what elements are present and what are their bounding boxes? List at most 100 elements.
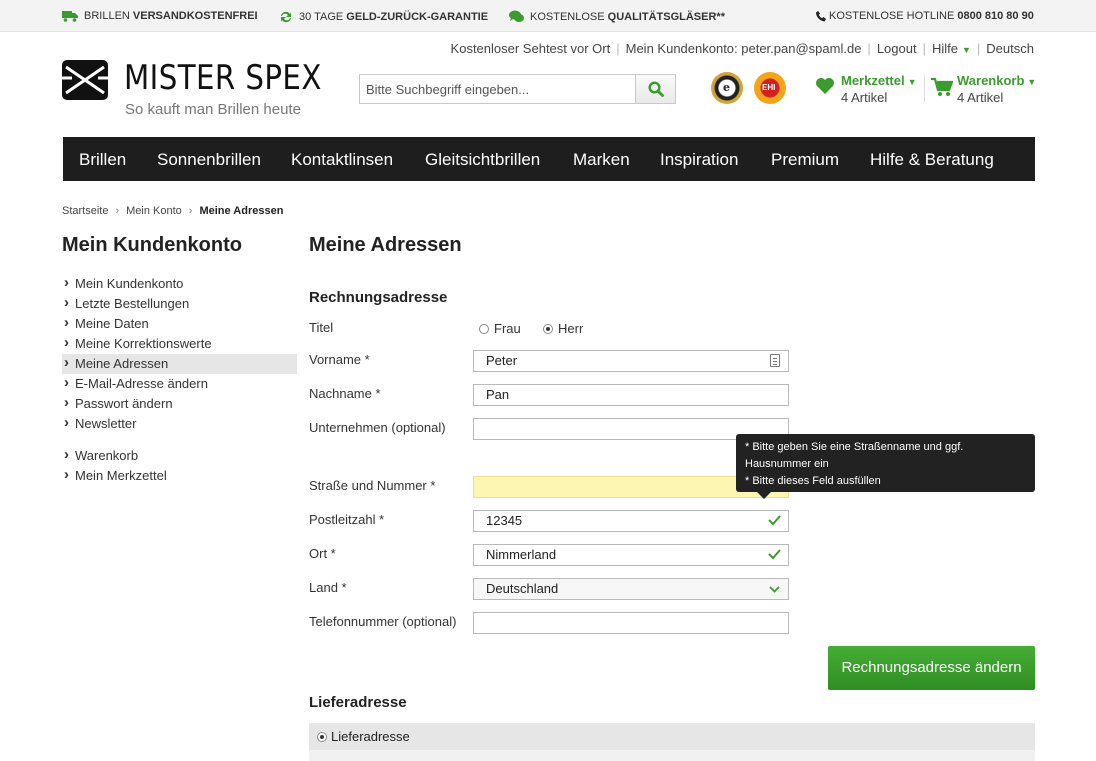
sidebar-item-adressen[interactable]: Meine Adressen <box>62 353 297 374</box>
cart-link[interactable]: Warenkorb ▼ 4 Artikel <box>931 73 1037 105</box>
search-icon <box>647 81 664 97</box>
firstname-field[interactable]: Peter <box>473 350 789 372</box>
city-value: Nimmerland <box>486 547 557 562</box>
heart-icon <box>816 78 834 94</box>
sidebar-item-kundenkonto[interactable]: Mein Kundenkonto <box>62 273 297 294</box>
street-label: Straße und Nummer * <box>309 478 436 493</box>
logo-tagline: So kauft man Brillen heute <box>125 101 301 118</box>
nav-item-inspiration[interactable]: Inspiration <box>660 150 738 170</box>
nav-item-kontaktlinsen[interactable]: Kontaktlinsen <box>291 150 393 170</box>
shipping-panel <box>309 750 1035 761</box>
country-value: Deutschland <box>486 581 559 596</box>
nav-item-gleitsichtbrillen[interactable]: Gleitsichtbrillen <box>425 150 540 170</box>
tooltip-line: * Bitte dieses Feld ausfüllen <box>745 475 881 487</box>
nav-item-brillen[interactable]: Brillen <box>79 150 126 170</box>
sehtest-link[interactable]: Kostenloser Sehtest vor Ort <box>451 41 611 56</box>
divider: | <box>867 41 871 56</box>
logo-wordmark[interactable]: MISTER SPEX <box>124 58 322 98</box>
sidebar-item-bestellungen[interactable]: Letzte Bestellungen <box>62 293 297 314</box>
promo-text: 30 TAGE <box>299 11 344 23</box>
promo-bar: BRILLEN VERSANDKOSTENFREI 30 TAGE GELD-Z… <box>0 0 1096 32</box>
radio-circle-checked <box>543 323 553 334</box>
promo-lenses: KOSTENLOSE QUALITÄTSGLÄSER** <box>509 10 725 23</box>
logout-link[interactable]: Logout <box>877 41 917 56</box>
country-label: Land * <box>309 580 347 595</box>
radio-herr[interactable]: Herr <box>543 321 583 336</box>
nav-item-marken[interactable]: Marken <box>573 150 630 170</box>
trusted-shops-seal[interactable]: e <box>711 72 743 104</box>
zip-value: 12345 <box>486 513 523 528</box>
checkmark-icon <box>768 515 781 526</box>
city-field[interactable]: Nimmerland <box>473 544 789 566</box>
seal-label: EHI <box>762 83 776 92</box>
zip-label: Postleitzahl * <box>309 512 385 527</box>
company-label: Unternehmen (optional) <box>309 420 446 435</box>
sidebar-item-warenkorb[interactable]: Warenkorb <box>62 445 297 466</box>
nav-item-sonnenbrillen[interactable]: Sonnenbrillen <box>157 150 261 170</box>
help-link[interactable]: Hilfe ▼ <box>932 41 971 56</box>
lastname-value: Pan <box>486 387 510 402</box>
phone-field[interactable] <box>473 612 789 634</box>
shipping-title: Lieferadresse <box>309 694 407 711</box>
promo-guarantee: 30 TAGE GELD-ZURÜCK-GARANTIE <box>279 10 488 24</box>
truck-icon <box>62 11 78 22</box>
lastname-field[interactable]: Pan <box>473 384 789 406</box>
sidebar-item-merkzettel[interactable]: Mein Merkzettel <box>62 465 297 486</box>
sidebar-item-korrektionswerte[interactable]: Meine Korrektionswerte <box>62 333 297 354</box>
cart-count: 4 Artikel <box>957 90 1004 105</box>
title-label: Titel <box>309 320 334 335</box>
radio-frau[interactable]: Frau <box>479 321 521 336</box>
sidebar-title: Mein Kundenkonto <box>62 234 242 256</box>
radio-circle-checked <box>317 732 327 742</box>
promo-bold: VERSANDKOSTENFREI <box>132 10 258 22</box>
contact-card-icon[interactable] <box>770 354 780 367</box>
sidebar-item-newsletter[interactable]: Newsletter <box>62 413 297 434</box>
seal-letter: e <box>723 81 730 94</box>
validation-tooltip: * Bitte geben Sie eine Straßenname und g… <box>736 434 1035 499</box>
nav-item-hilfe-beratung[interactable]: Hilfe & Beratung <box>870 150 994 170</box>
sidebar-item-passwort[interactable]: Passwort ändern <box>62 393 297 414</box>
promo-shipping: BRILLEN VERSANDKOSTENFREI <box>62 10 258 22</box>
checkmark-icon <box>768 549 781 560</box>
ehi-seal[interactable]: EHI <box>754 72 786 104</box>
logo-icon[interactable] <box>62 57 108 103</box>
promo-hotline[interactable]: KOSTENLOSE HOTLINE 0800 810 80 90 <box>816 10 1034 22</box>
chevron-down-icon <box>769 586 780 593</box>
refresh-icon <box>281 11 291 23</box>
radio-circle <box>479 323 489 334</box>
radio-label: Frau <box>494 321 521 336</box>
chevron-down-icon: ▼ <box>961 45 971 55</box>
radio-label: Herr <box>558 321 584 336</box>
divider: | <box>976 41 981 56</box>
breadcrumb-item[interactable]: Mein Konto <box>126 205 182 217</box>
zip-field[interactable]: 12345 <box>473 510 789 532</box>
firstname-label: Vorname * <box>309 352 370 367</box>
chevron-right-icon: › <box>115 205 120 217</box>
sidebar-item-email[interactable]: E-Mail-Adresse ändern <box>62 373 297 394</box>
shipping-option-label: Lieferadresse <box>331 729 410 744</box>
help-label: Hilfe <box>931 41 958 56</box>
utility-links: Kostenloser Sehtest vor Ort | Mein Kunde… <box>451 41 1034 56</box>
update-billing-button[interactable]: Rechnungsadresse ändern <box>828 646 1035 690</box>
account-link[interactable]: Mein Kundenkonto: peter.pan@spaml.de <box>626 41 862 56</box>
billing-title: Rechnungsadresse <box>309 289 448 306</box>
promo-text: KOSTENLOSE <box>530 10 605 23</box>
divider <box>924 76 925 102</box>
lastname-label: Nachname * <box>309 386 381 401</box>
shipping-option[interactable]: Lieferadresse <box>309 723 1035 750</box>
chevron-down-icon: ▼ <box>1027 77 1037 87</box>
search-input[interactable] <box>360 75 636 103</box>
cart-label: Warenkorb <box>957 73 1025 88</box>
tooltip-line: * Bitte geben Sie eine Straßenname und g… <box>745 441 964 453</box>
firstname-value: Peter <box>486 353 518 368</box>
wishlist-link[interactable]: Merkzettel ▼ 4 Artikel <box>816 73 917 105</box>
sidebar-item-daten[interactable]: Meine Daten <box>62 313 297 334</box>
language-link[interactable]: Deutsch <box>986 41 1034 56</box>
breadcrumb-item[interactable]: Startseite <box>62 205 108 217</box>
breadcrumb: Startseite › Mein Konto › Meine Adressen <box>62 205 283 217</box>
nav-item-premium[interactable]: Premium <box>771 150 839 170</box>
search-box <box>359 74 676 104</box>
search-button[interactable] <box>635 75 675 103</box>
country-select[interactable]: Deutschland <box>473 578 789 600</box>
chevron-right-icon: › <box>188 205 193 217</box>
